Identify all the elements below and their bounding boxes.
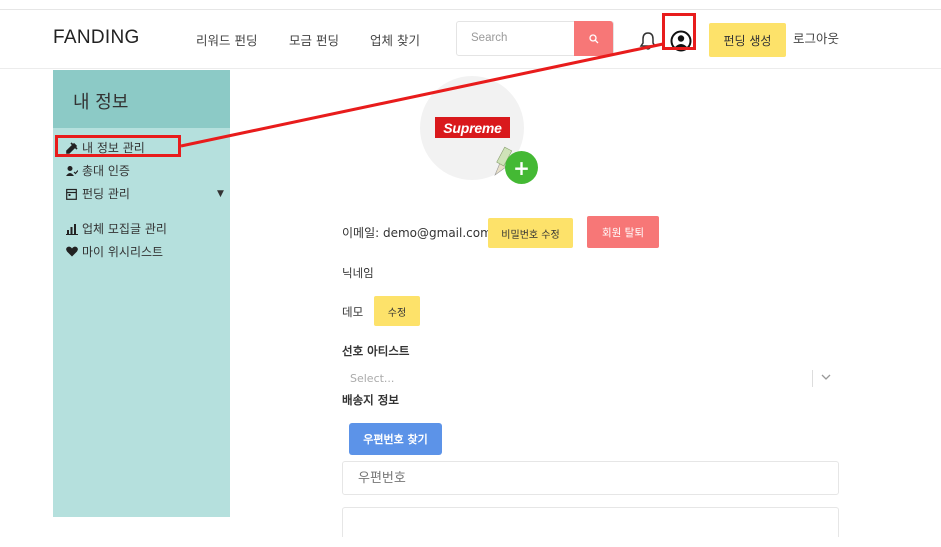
select-placeholder: Select... [350,372,395,385]
sidebar-item-label: 업체 모집글 관리 [82,222,167,236]
sidebar-title: 내 정보 [73,92,129,113]
address-input[interactable] [342,507,839,537]
search-input[interactable] [457,22,589,53]
sidebar-item-label: 펀딩 관리 [82,187,130,201]
search-box [456,21,614,56]
sidebar-item-funding-manage[interactable]: 펀딩 관리 [65,185,130,202]
nav-reward-funding[interactable]: 리워드 펀딩 [196,30,257,49]
zipcode-input[interactable] [342,461,839,495]
nickname-value: 데모 [342,305,364,319]
select-separator [812,370,813,387]
add-photo-button[interactable]: + [505,151,538,184]
sidebar-item-wishlist[interactable]: 마이 위시리스트 [65,243,163,260]
chart-icon [65,222,78,235]
logout-link[interactable]: 로그아웃 [793,28,839,47]
bell-icon[interactable] [639,31,657,51]
nickname-label: 닉네임 [342,266,374,280]
brand-badge: Supreme [435,117,510,138]
chevron-down-icon[interactable] [820,371,832,383]
nav-donation-funding[interactable]: 모금 펀딩 [289,30,339,49]
sidebar-item-company-posts[interactable]: 업체 모집글 관리 [65,220,167,237]
header: FANDING 리워드 펀딩 모금 펀딩 업체 찾기 펀딩 생성 로그아웃 [0,10,941,69]
heart-icon [65,245,78,258]
nav-find-company[interactable]: 업체 찾기 [370,30,420,49]
shipping-label: 배송지 정보 [342,393,399,407]
search-button[interactable] [574,21,613,56]
sidebar-header: 내 정보 [53,70,230,128]
sidebar-item-verify[interactable]: 총대 인증 [65,162,130,179]
withdraw-button[interactable]: 회원 탈퇴 [587,216,659,248]
sidebar-item-label: 마이 위시리스트 [82,245,164,259]
edit-nickname-button[interactable]: 수정 [374,296,420,326]
calendar-icon [65,187,78,200]
search-icon [588,33,598,43]
sidebar-item-highlight [55,135,181,157]
sidebar-item-label: 총대 인증 [82,164,130,178]
user-check-icon [65,164,78,177]
artist-select[interactable]: Select... [342,367,839,391]
find-zipcode-button[interactable]: 우편번호 찾기 [349,423,442,455]
logo[interactable]: FANDING [53,27,140,49]
artist-label: 선호 아티스트 [342,344,410,358]
change-password-button[interactable]: 비밀번호 수정 [488,218,573,248]
create-funding-button[interactable]: 펀딩 생성 [709,23,786,57]
dropdown-caret-icon[interactable]: ▼ [217,189,224,199]
user-icon-highlight [662,13,696,50]
email-text: 이메일: demo@gmail.com [342,226,492,240]
